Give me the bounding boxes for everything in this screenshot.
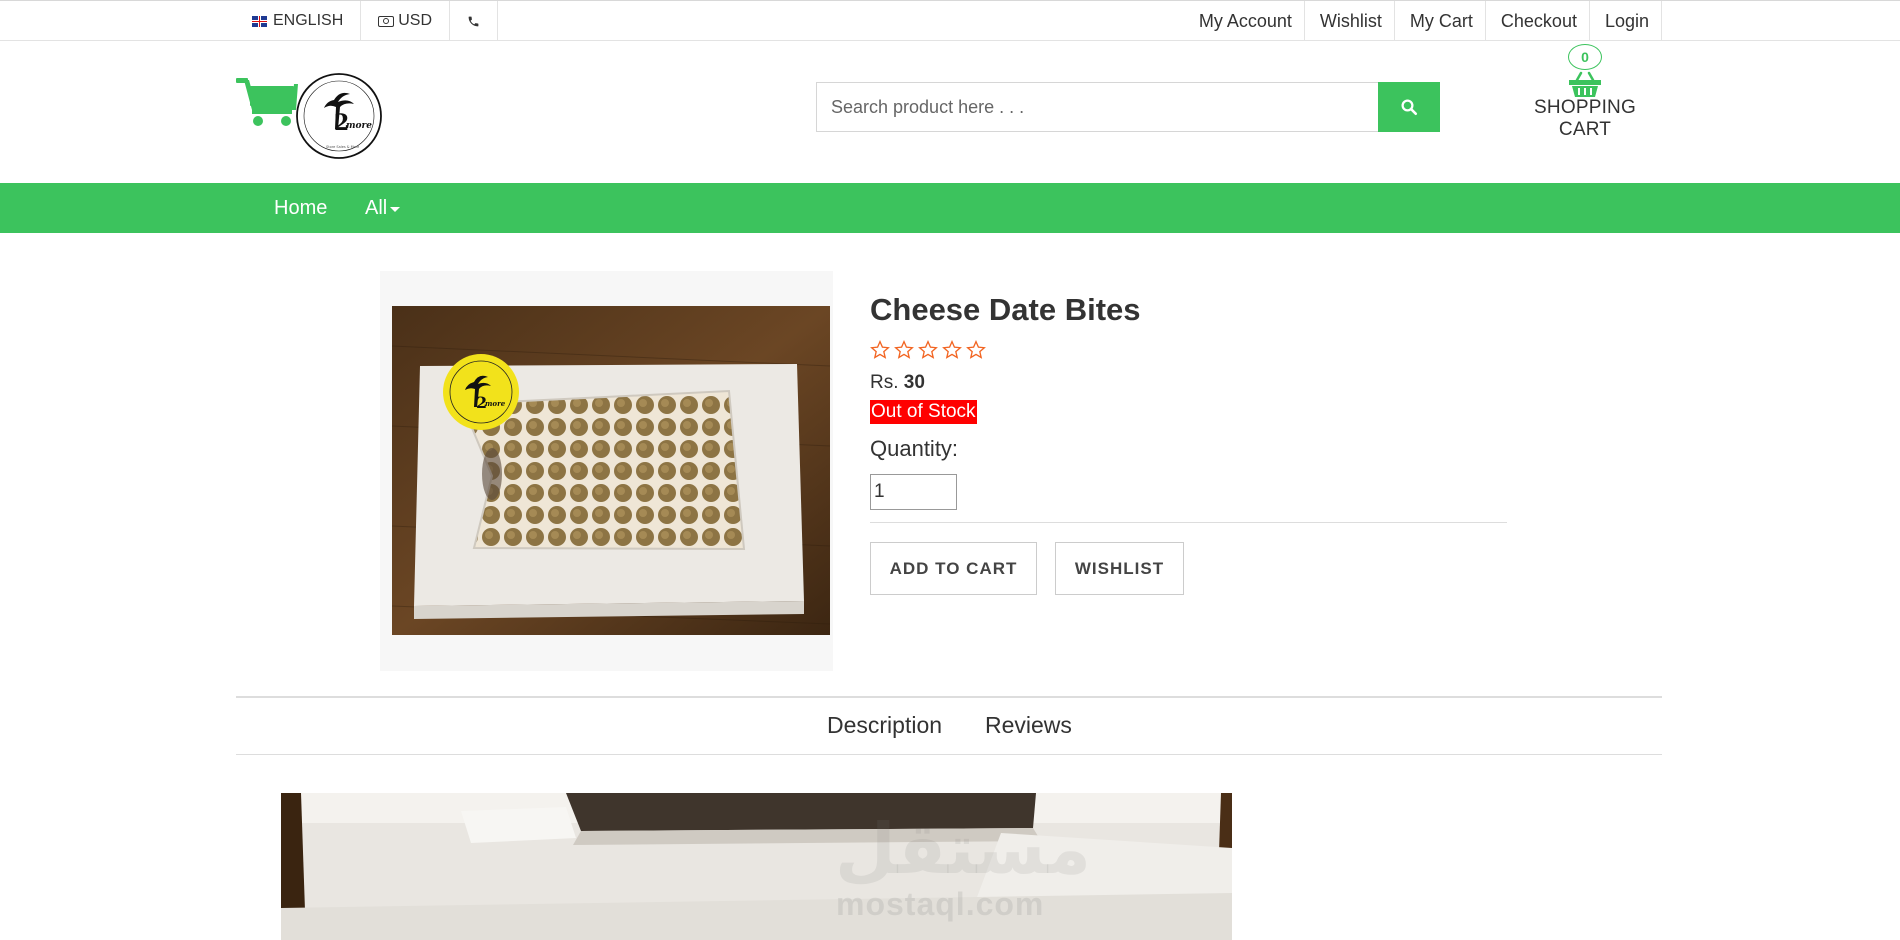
svg-text:Store Sales & More: Store Sales & More	[326, 145, 359, 149]
wishlist-button[interactable]: WISHLIST	[1055, 542, 1184, 595]
uk-flag-icon	[252, 15, 267, 27]
product-title: Cheese Date Bites	[870, 292, 1141, 327]
currency-label: USD	[398, 12, 433, 29]
stock-status-badge: Out of Stock	[870, 400, 977, 424]
checkout-link[interactable]: Checkout	[1484, 1, 1589, 41]
my-cart-link[interactable]: My Cart	[1393, 1, 1485, 41]
my-account-link[interactable]: My Account	[1184, 1, 1304, 41]
star-icon	[918, 340, 938, 359]
cart-count-badge: 0	[1568, 44, 1602, 70]
svg-text:more: more	[485, 399, 506, 408]
shopping-cart[interactable]: 0 SHOPPING CART	[1510, 44, 1660, 141]
star-icon	[966, 340, 986, 359]
tab-description[interactable]: Description	[827, 712, 942, 739]
search-input[interactable]	[816, 82, 1379, 132]
star-icon	[870, 340, 890, 359]
caret-down-icon	[390, 206, 401, 212]
logo-graphic: 2 more Store Sales & More	[236, 73, 382, 159]
quantity-input[interactable]	[870, 474, 957, 510]
tab-reviews[interactable]: Reviews	[985, 712, 1072, 739]
nav-all-label: All	[365, 196, 388, 219]
phone-button[interactable]	[450, 1, 499, 41]
top-bar-links: My Account Wishlist My Cart Checkout Log…	[1184, 1, 1662, 41]
watermark-text: mostaql.com	[836, 886, 1045, 922]
nav-all-dropdown[interactable]: All	[365, 183, 401, 233]
watermark-arabic: مستقل	[835, 808, 1092, 890]
money-icon	[378, 15, 395, 27]
tabs-border-bottom	[236, 754, 1662, 755]
search-icon	[1401, 99, 1418, 116]
phone-icon	[468, 16, 479, 26]
main-nav: Home All	[0, 183, 1900, 233]
rating-stars[interactable]	[870, 340, 986, 360]
quantity-label: Quantity:	[870, 436, 959, 461]
tabs-border-top	[236, 696, 1662, 698]
price-value: 30	[903, 372, 925, 393]
basket-icon	[1569, 71, 1601, 97]
login-link[interactable]: Login	[1588, 1, 1662, 41]
star-icon	[894, 340, 914, 359]
divider	[870, 522, 1507, 523]
language-label: ENGLISH	[273, 12, 344, 29]
search-bar	[816, 82, 1440, 132]
currency-selector[interactable]: USD	[361, 1, 451, 41]
star-icon	[942, 340, 962, 359]
product-image[interactable]: 2 more	[392, 306, 830, 635]
price-prefix: Rs.	[870, 372, 899, 393]
nav-home[interactable]: Home	[274, 183, 327, 233]
store-logo[interactable]: 2 more Store Sales & More	[236, 70, 386, 160]
product-gallery: 2 more	[380, 271, 833, 671]
top-bar: ENGLISH USD My Account Wishlist My Cart …	[0, 0, 1900, 41]
wishlist-link[interactable]: Wishlist	[1303, 1, 1394, 41]
svg-text:more: more	[346, 121, 372, 131]
add-to-cart-button[interactable]: ADD TO CART	[870, 542, 1037, 595]
product-price: Rs. 30	[870, 372, 925, 394]
nav-home-label: Home	[274, 196, 328, 219]
cart-label: SHOPPING CART	[1534, 97, 1636, 140]
top-bar-left: ENGLISH USD	[236, 1, 499, 41]
search-button[interactable]	[1378, 82, 1440, 132]
cart-icon-wrap: 0	[1567, 44, 1603, 100]
language-selector[interactable]: ENGLISH	[236, 1, 362, 41]
